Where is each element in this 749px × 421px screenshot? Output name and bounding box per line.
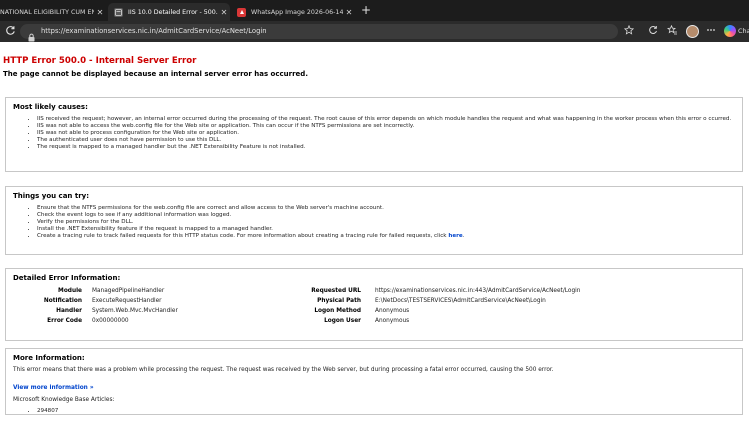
list-item: IIS was not able to access the web.confi…	[37, 123, 735, 130]
detail-value: ManagedPipelineHandler	[92, 288, 165, 294]
browser-toolbar: https://examinationservices.nic.in/Admit…	[0, 21, 749, 42]
list-item: IIS was not able to process configuratio…	[37, 130, 735, 137]
refresh-extension-icon[interactable]	[646, 25, 659, 38]
detail-label: Logon User	[324, 318, 361, 324]
detail-value: ExecuteRequestHandler	[92, 298, 162, 304]
close-tab-icon[interactable]: ✕	[218, 8, 230, 17]
here-link[interactable]: here	[448, 233, 462, 239]
section-heading: Detailed Error Information:	[13, 274, 121, 282]
tab-national-eligibility[interactable]: NATIONAL ELIGIBILITY CUM ENTR ✕	[0, 3, 106, 21]
pdf-favicon-icon	[237, 7, 246, 17]
error-page: HTTP Error 500.0 - Internal Server Error…	[0, 42, 749, 421]
detail-label: Requested URL	[311, 288, 361, 294]
causes-section: Most likely causes: IIS received the req…	[5, 97, 743, 172]
more-options-icon[interactable]	[704, 25, 717, 38]
detail-label: Error Code	[47, 318, 82, 324]
close-tab-icon[interactable]: ✕	[343, 8, 355, 17]
tab-iis-error[interactable]: IIS 10.0 Detailed Error - 500.0 - Int ✕	[108, 3, 230, 21]
page-title: HTTP Error 500.0 - Internal Server Error	[3, 56, 197, 66]
list-item: Check the event logs to see if any addit…	[37, 212, 735, 219]
list-item: IIS received the request; however, an in…	[37, 116, 735, 123]
kb-articles-label: Microsoft Knowledge Base Articles:	[13, 397, 115, 403]
detail-value: Anonymous	[375, 318, 410, 324]
detail-label: Handler	[56, 308, 82, 314]
try-list: Ensure that the NTFS permissions for the…	[37, 205, 735, 240]
new-tab-button[interactable]: +	[359, 3, 373, 17]
list-item: Install the .NET Extensibility feature i…	[37, 226, 735, 233]
favorite-star-icon[interactable]	[622, 24, 635, 38]
detail-label: Module	[58, 288, 82, 294]
address-bar[interactable]: https://examinationservices.nic.in/Admit…	[20, 24, 618, 42]
detail-value: Anonymous	[375, 308, 410, 314]
view-more-information-link[interactable]: View more information »	[13, 385, 94, 391]
favorites-icon[interactable]	[666, 24, 679, 38]
browser-tab-bar: NATIONAL ELIGIBILITY CUM ENTR ✕ IIS 10.0…	[0, 0, 749, 21]
tab-title: IIS 10.0 Detailed Error - 500.0 - Int	[128, 8, 218, 16]
things-to-try-section: Things you can try: Ensure that the NTFS…	[5, 186, 743, 255]
page-subtitle: The page cannot be displayed because an …	[3, 70, 308, 78]
more-information-section: More Information: This error means that …	[5, 348, 743, 415]
list-item: The authenticated user does not have per…	[37, 137, 735, 144]
section-heading: Things you can try:	[13, 192, 90, 200]
lock-icon[interactable]	[27, 27, 36, 42]
tab-title: WhatsApp Image 2026-06-14 at 4:	[251, 8, 343, 16]
list-item: Verify the permissions for the DLL.	[37, 219, 735, 226]
list-item: The request is mapped to a managed handl…	[37, 144, 735, 151]
close-tab-icon[interactable]: ✕	[94, 8, 106, 17]
kb-list: 294807	[37, 408, 735, 415]
list-item-end: .	[462, 232, 465, 239]
causes-list: IIS received the request; however, an in…	[37, 116, 735, 151]
section-heading: More Information:	[13, 354, 85, 362]
profile-avatar[interactable]	[686, 25, 699, 38]
detail-value: 0x00000000	[92, 318, 129, 324]
detail-value: E:\NetDocs\TESTSERVICES\AdmitCardService…	[375, 298, 546, 304]
copilot-icon[interactable]	[724, 25, 736, 37]
detail-label: Logon Method	[314, 308, 361, 314]
page-favicon-icon	[114, 7, 123, 17]
list-item-text: Create a tracing rule to track failed re…	[37, 232, 447, 239]
address-text[interactable]: https://examinationservices.nic.in/Admit…	[41, 24, 267, 39]
section-heading: Most likely causes:	[13, 103, 88, 111]
detail-label: Physical Path	[317, 298, 361, 304]
list-item: Create a tracing rule to track failed re…	[37, 233, 735, 240]
copilot-label[interactable]: Cha	[738, 25, 749, 38]
list-item: 294807	[37, 408, 735, 415]
detail-value: System.Web.Mvc.MvcHandler	[92, 308, 178, 314]
tab-whatsapp-image[interactable]: WhatsApp Image 2026-06-14 at 4: ✕	[231, 3, 355, 21]
detail-label: Notification	[43, 298, 82, 304]
reload-icon[interactable]	[4, 25, 17, 38]
detail-value: https://examinationservices.nic.in:443/A…	[375, 288, 581, 294]
tab-title: NATIONAL ELIGIBILITY CUM ENTR	[0, 8, 94, 16]
detailed-error-section: Detailed Error Information: Module Manag…	[5, 268, 743, 341]
list-item: Ensure that the NTFS permissions for the…	[37, 205, 735, 212]
more-info-text: This error means that there was a proble…	[13, 367, 554, 373]
